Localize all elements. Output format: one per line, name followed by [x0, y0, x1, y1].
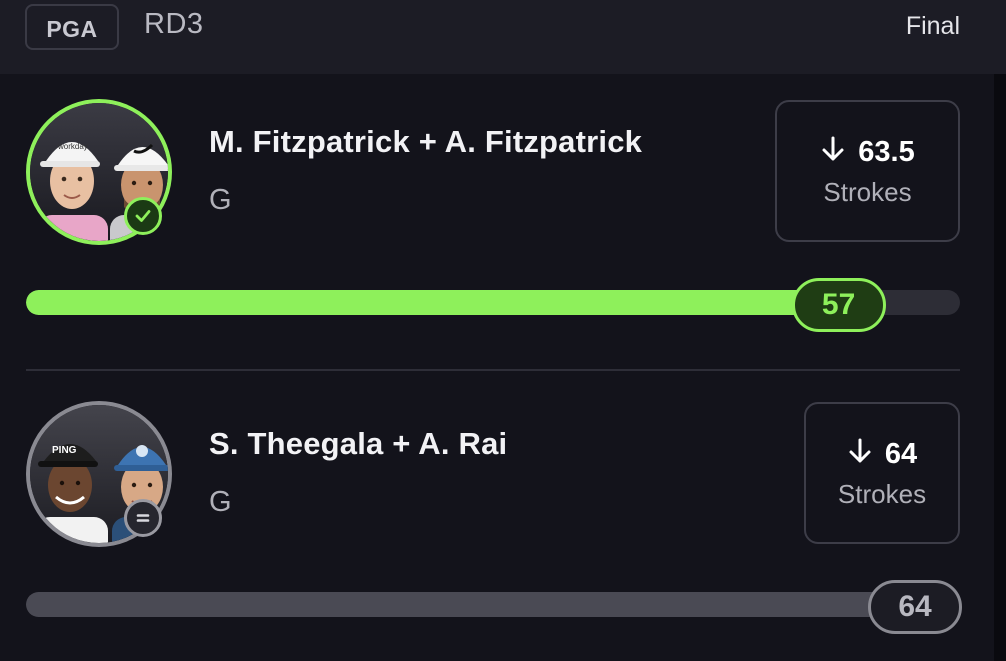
pick-card[interactable]: workday M. Fitzpatrick + A. Fitzpatrick …: [0, 74, 1006, 661]
progress-track: [26, 592, 960, 617]
round-label: RD3: [144, 8, 204, 40]
projection-box[interactable]: 64 Strokes: [804, 402, 960, 544]
player-avatar: PING: [26, 401, 172, 547]
projection-value: 63.5: [858, 136, 915, 168]
svg-text:workday: workday: [57, 142, 88, 151]
header-bar: PGA RD3 Final: [0, 0, 1006, 74]
projection-box[interactable]: 63.5 Strokes: [775, 100, 960, 242]
arrow-down-icon: [847, 437, 873, 473]
player-position: G: [209, 486, 232, 518]
result-pill: 57: [791, 278, 886, 332]
progress-fill: [26, 290, 839, 315]
pick-entry[interactable]: workday M. Fitzpatrick + A. Fitzpatrick …: [0, 74, 1006, 371]
projection-value: 64: [884, 438, 918, 470]
league-badge: PGA: [25, 4, 119, 50]
check-icon: [124, 197, 162, 235]
arrow-down-icon: [820, 135, 846, 171]
svg-text:PING: PING: [52, 445, 77, 456]
projection-line: 64: [847, 437, 917, 473]
game-status: Final: [905, 12, 960, 40]
player-names: S. Theegala + A. Rai: [209, 426, 508, 461]
entry-divider: [26, 369, 960, 371]
player-names: M. Fitzpatrick + A. Fitzpatrick: [209, 124, 643, 159]
equals-icon: [124, 499, 162, 537]
pick-entry[interactable]: PING S. Theegala + A. Rai G 64 Strokes 6…: [0, 376, 1006, 656]
progress-fill: [26, 592, 932, 617]
projection-line: 63.5: [820, 135, 915, 171]
result-pill: 64: [868, 580, 962, 634]
projection-unit: Strokes: [837, 478, 927, 509]
player-avatar: workday: [26, 99, 172, 245]
projection-unit: Strokes: [823, 176, 912, 207]
player-position: G: [209, 184, 232, 216]
